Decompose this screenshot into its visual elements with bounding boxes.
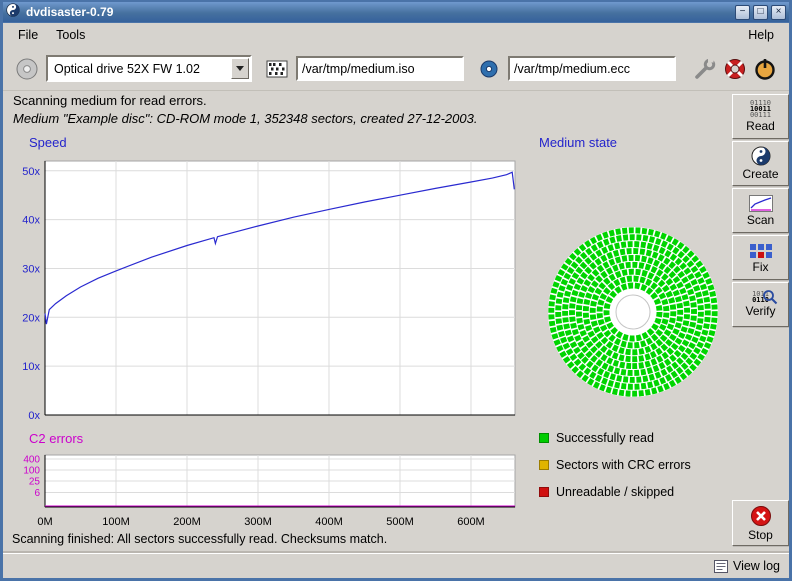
svg-text:25: 25 <box>29 477 41 488</box>
chevron-down-icon <box>236 66 244 71</box>
toolbar: Optical drive 52X FW 1.02 <box>3 47 789 91</box>
medium-state-legend: Successfully read Sectors with CRC error… <box>539 431 733 499</box>
stop-button[interactable]: Stop <box>732 500 789 546</box>
svg-text:100M: 100M <box>102 516 130 528</box>
legend-item-crc-errors: Sectors with CRC errors <box>539 458 733 472</box>
red-swatch-icon <box>539 487 549 497</box>
legend-item-success: Successfully read <box>539 431 733 445</box>
app-body: File Tools Help Optical drive 52X FW 1.0… <box>3 23 789 578</box>
status-line-primary: Scanning medium for read errors. <box>13 93 719 108</box>
menu-tools[interactable]: Tools <box>47 25 94 45</box>
view-log-button[interactable]: View log <box>713 558 781 574</box>
binary-read-icon: 011101001100111 <box>750 100 771 118</box>
svg-text:10x: 10x <box>22 361 40 373</box>
status-line-medium-info: Medium "Example disc": CD-ROM mode 1, 35… <box>13 111 719 126</box>
bottom-statusbar: View log <box>3 553 789 578</box>
green-swatch-icon <box>539 433 549 443</box>
dropdown-arrow-button[interactable] <box>231 58 249 79</box>
menu-file[interactable]: File <box>9 25 47 45</box>
drive-select-value: Optical drive 52X FW 1.02 <box>48 62 231 76</box>
maximize-button[interactable]: □ <box>753 5 768 20</box>
ecc-file-button[interactable] <box>474 54 504 84</box>
fix-blocks-icon <box>749 242 773 259</box>
preferences-button[interactable] <box>690 54 720 84</box>
window-title: dvdisaster-0.79 <box>23 5 732 19</box>
read-button[interactable]: 011101001100111 Read <box>732 94 789 139</box>
svg-text:0x: 0x <box>28 410 40 422</box>
menu-help[interactable]: Help <box>739 25 783 45</box>
scan-chart-icon <box>749 195 773 212</box>
svg-text:50x: 50x <box>22 166 40 178</box>
binary-magnifier-icon: 10110110 <box>752 291 769 303</box>
svg-text:300M: 300M <box>244 516 272 528</box>
log-icon <box>714 560 728 573</box>
life-ring-icon <box>723 57 747 81</box>
stop-icon <box>750 505 772 527</box>
chart-panel: Speed 0x10x20x30x40x50x C2 errors 625100… <box>9 127 529 541</box>
disc-drive-icon <box>15 57 39 81</box>
iso-image-button[interactable] <box>262 54 292 84</box>
iso-path-input[interactable] <box>296 56 464 81</box>
menubar: File Tools Help <box>3 23 789 47</box>
drive-select[interactable]: Optical drive 52X FW 1.02 <box>46 55 252 82</box>
ecc-path-input[interactable] <box>508 56 676 81</box>
fix-button[interactable]: Fix <box>732 235 789 280</box>
titlebar[interactable]: dvdisaster-0.79 − □ × <box>3 2 789 22</box>
svg-text:600M: 600M <box>457 516 485 528</box>
verify-button[interactable]: 10110110 Verify <box>732 282 789 327</box>
action-sidebar: 011101001100111 Read Create <box>732 94 789 546</box>
status-heading: Scanning medium for read errors. Medium … <box>13 93 719 126</box>
svg-text:200M: 200M <box>173 516 201 528</box>
speed-chart-title: Speed <box>29 135 529 151</box>
scan-button[interactable]: Scan <box>732 188 789 233</box>
c2-chart-svg: 625100400 0M 100M 200M 300M 400M 500M 600M <box>9 449 529 541</box>
c2-chart-title: C2 errors <box>29 431 529 447</box>
ecc-file-icon <box>478 60 500 78</box>
app-logo-icon <box>6 3 20 22</box>
svg-text:40x: 40x <box>22 215 40 227</box>
svg-text:400: 400 <box>23 455 40 466</box>
minimize-button[interactable]: − <box>735 5 750 20</box>
svg-text:400M: 400M <box>315 516 343 528</box>
wrench-icon <box>693 57 717 81</box>
medium-state-title: Medium state <box>539 135 733 151</box>
svg-text:100: 100 <box>23 466 40 477</box>
svg-text:500M: 500M <box>386 516 414 528</box>
medium-state-disc <box>546 225 720 399</box>
yellow-swatch-icon <box>539 460 549 470</box>
power-icon <box>753 57 777 81</box>
svg-text:0M: 0M <box>37 516 52 528</box>
scan-result-status: Scanning finished: All sectors successfu… <box>12 532 387 546</box>
speed-chart-svg: 0x 10x 20x 30x 40x 50x <box>9 153 529 425</box>
medium-state-panel: Medium state Successfully read Sectors w… <box>533 127 733 512</box>
quit-button[interactable] <box>750 54 780 84</box>
image-file-icon <box>266 60 288 78</box>
svg-text:6: 6 <box>34 488 40 499</box>
help-button[interactable] <box>720 54 750 84</box>
create-button[interactable]: Create <box>732 141 789 186</box>
svg-text:30x: 30x <box>22 263 40 275</box>
drive-button[interactable] <box>12 54 42 84</box>
yin-yang-icon <box>751 146 771 166</box>
close-button[interactable]: × <box>771 5 786 20</box>
app-window: dvdisaster-0.79 − □ × File Tools Help Op… <box>0 0 792 581</box>
magnifier-icon <box>762 289 778 305</box>
svg-text:20x: 20x <box>22 312 40 324</box>
legend-item-unreadable: Unreadable / skipped <box>539 485 733 499</box>
